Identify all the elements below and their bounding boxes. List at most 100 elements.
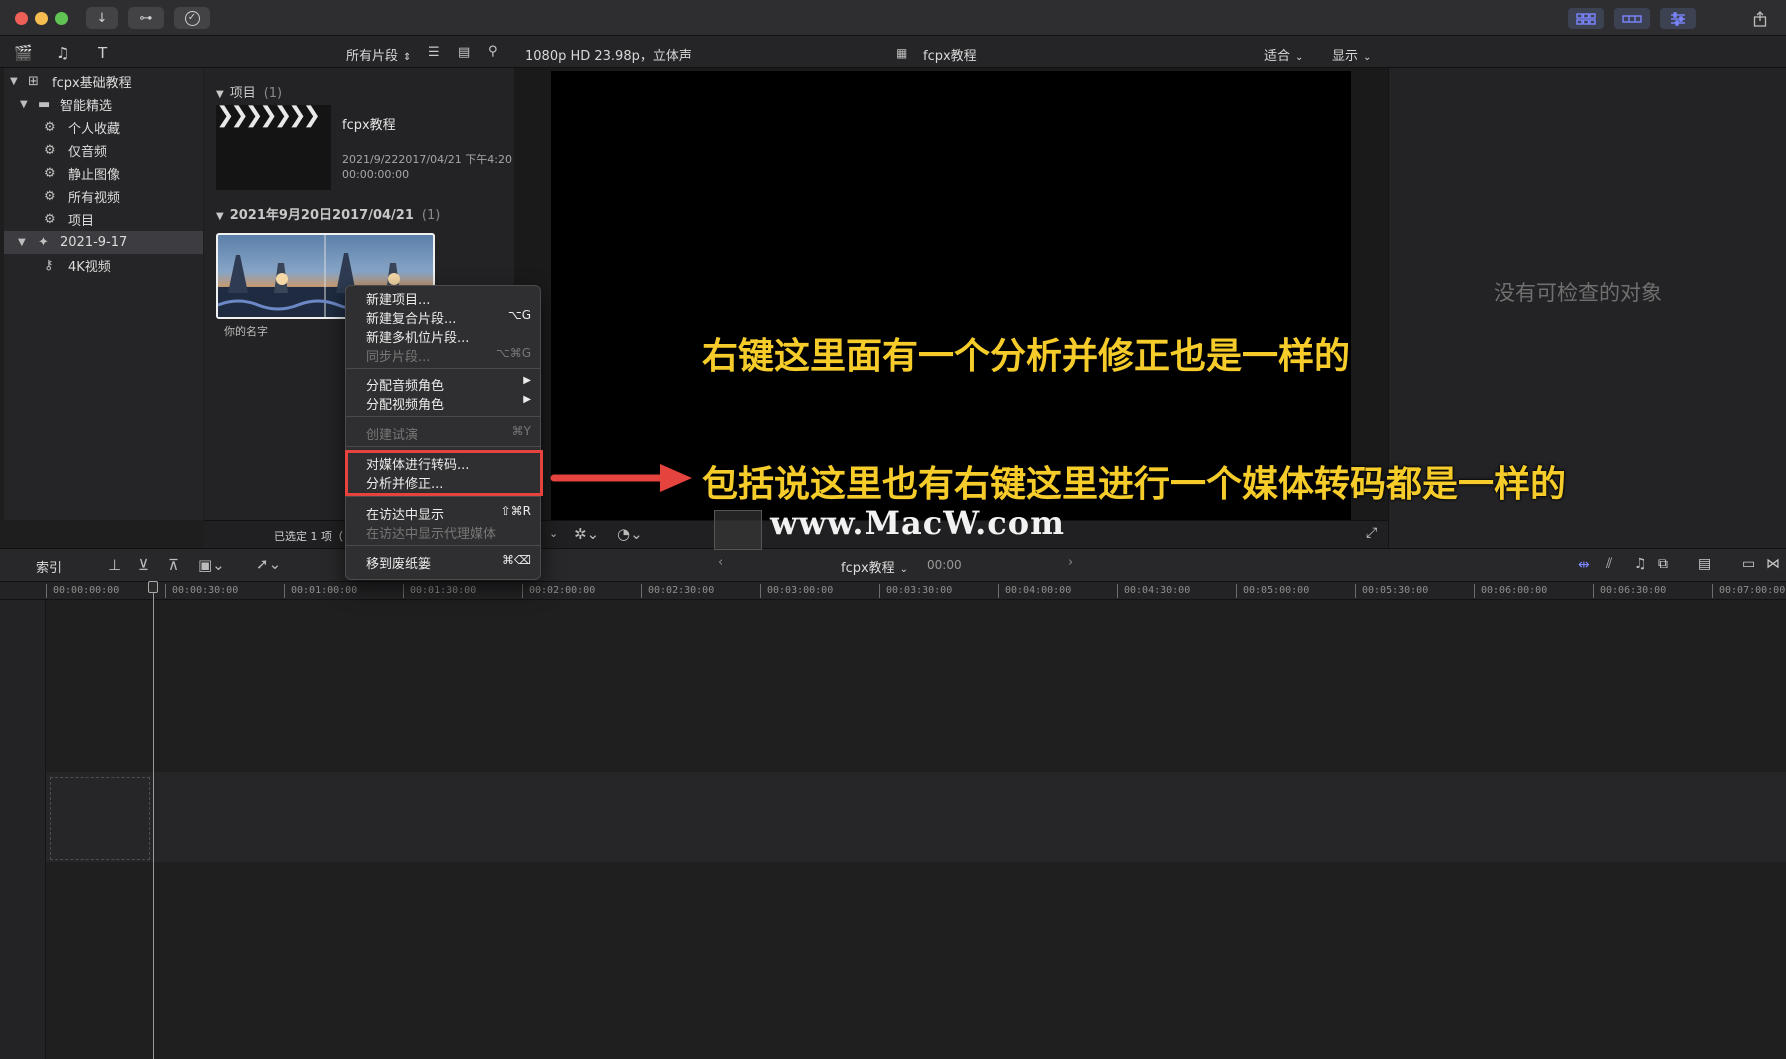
ruler-tick: 00:02:00:00 <box>522 584 595 598</box>
menu-separator <box>346 446 540 447</box>
chevron-down-icon[interactable]: ⌄ <box>549 527 558 540</box>
headphones-icon[interactable]: ♫ <box>1634 556 1647 572</box>
download-icon: ↓ <box>96 10 108 26</box>
menu-item-synchronize-clips: 同步片段... ⌥⌘G <box>366 346 531 365</box>
snapping-icon[interactable]: ⧉ <box>1658 556 1668 572</box>
ruler-tick: 00:00:00:00 <box>46 584 119 598</box>
show-browser-button[interactable] <box>1568 8 1604 29</box>
import-button[interactable]: ↓ <box>86 7 118 29</box>
viewer-project-name: fcpx教程 <box>923 49 977 64</box>
overwrite-clip-icon[interactable]: ▣⌄ <box>198 556 225 574</box>
playhead[interactable] <box>148 581 158 1059</box>
menu-item-move-to-trash[interactable]: 移到废纸篓 ⌘⌫ <box>346 552 540 572</box>
menu-item-create-audition: 创建试演 ⌘Y <box>366 424 531 443</box>
clip-appearance-icon[interactable]: ☰ <box>428 45 440 60</box>
timeline-ruler[interactable]: 00:00:00:00 00:00:30:00 00:01:00:00 00:0… <box>0 582 1786 600</box>
browser-toolbar: 🎬 ♫ T 所有片段 ⇕ ☰ ▤ ⚲ 1080p HD 23.98p，立体声 ▦ … <box>0 36 1786 68</box>
share-button[interactable] <box>1744 8 1776 29</box>
updown-icon: ⇕ <box>403 52 412 63</box>
chevron-down-icon: ⌄ <box>899 564 909 575</box>
append-clip-icon[interactable]: ⊼ <box>168 556 179 574</box>
history-forward-icon[interactable]: › <box>1068 555 1073 570</box>
background-tasks-button[interactable]: ✓ <box>174 7 210 29</box>
view-dropdown[interactable]: 显示 ⌄ <box>1332 45 1371 64</box>
chevron-down-icon: ⌄ <box>1363 52 1372 63</box>
menu-item-new-compound-clip[interactable]: 新建复合片段... ⌥G <box>346 307 540 327</box>
menu-item-new-multicam-clip[interactable]: 新建多机位片段... <box>346 326 540 346</box>
sidebar-item-all-video[interactable]: ⚙ 所有视频 <box>4 185 203 208</box>
event-section-header[interactable]: ▼ 2021年9月20日2017/04/21 (1) <box>216 204 440 223</box>
viewer <box>514 68 1388 520</box>
sidebar-event[interactable]: ▼ ✦ 2021-9-17 <box>4 231 203 254</box>
disclosure-triangle-icon[interactable]: ▼ <box>10 76 18 87</box>
folder-icon: ▬ <box>38 97 51 112</box>
search-icon[interactable]: ⚲ <box>488 44 498 59</box>
ruler-tick: 00:00:30:00 <box>165 584 238 598</box>
titles-generators-icon[interactable]: T <box>98 44 107 62</box>
timeline-index-toggle-icon[interactable]: ▭ <box>1742 556 1755 572</box>
retime-speed-icon[interactable]: ◔⌄ <box>617 525 643 543</box>
minimize-window-button[interactable] <box>35 12 48 25</box>
sidebar-item-favorites[interactable]: ⚙ 个人收藏 <box>4 116 203 139</box>
playhead-marker-icon <box>148 581 158 593</box>
gear-icon: ⚙ <box>44 212 56 227</box>
sidebar-item-projects[interactable]: ⚙ 项目 <box>4 208 203 231</box>
photos-audio-icon[interactable]: ♫ <box>56 44 69 62</box>
menu-item-reveal-in-finder[interactable]: 在访达中显示 ⇧⌘R <box>346 503 540 523</box>
ruler-tick: 00:04:00:00 <box>998 584 1071 598</box>
menu-item-reveal-proxy-in-finder: 在访达中显示代理媒体 <box>366 527 497 542</box>
sidebar-item-stills[interactable]: ⚙ 静止图像 <box>4 162 203 185</box>
disclosure-triangle-icon[interactable]: ▼ <box>18 237 26 248</box>
key-icon: ⚷ <box>44 258 54 273</box>
enhance-wand-icon[interactable]: ✲⌄ <box>574 525 599 543</box>
projects-section-header[interactable]: ▼ 项目 (1) <box>216 82 282 101</box>
select-tool-icon[interactable]: ➚⌄ <box>256 555 281 573</box>
empty-storyline-placeholder[interactable] <box>50 777 150 860</box>
libraries-icon[interactable]: 🎬 <box>14 44 33 62</box>
sidebar-keyword-collection[interactable]: ⚷ 4K视频 <box>4 254 203 277</box>
annotation-line-2: 包括说这里也有右键这里进行一个媒体转码都是一样的 <box>702 464 1567 505</box>
project-thumbnail[interactable]: ❯❯❯❯❯❯❯ <box>216 105 331 190</box>
close-window-button[interactable] <box>15 12 28 25</box>
zoom-window-button[interactable] <box>55 12 68 25</box>
gear-icon: ⚙ <box>44 189 56 204</box>
clip-appearance-icon[interactable]: ▤ <box>1698 556 1711 572</box>
chevron-down-icon: ⌄ <box>1295 52 1304 63</box>
timeline[interactable] <box>0 600 1786 1059</box>
connect-clip-icon[interactable]: ⊥ <box>108 556 121 574</box>
timeline-project-dropdown[interactable]: fcpx教程 ⌄ <box>841 557 908 576</box>
timeline-index-strip <box>0 600 46 1059</box>
menu-separator <box>346 496 540 497</box>
watermark: www.MacW.com <box>770 504 1065 542</box>
menu-item-new-project[interactable]: 新建项目... <box>346 288 540 308</box>
clip-filter-dropdown[interactable]: 所有片段 ⇕ <box>346 45 411 64</box>
menu-item-assign-audio-roles[interactable]: 分配音频角色 ▶ <box>346 374 540 394</box>
ruler-tick: 00:03:30:00 <box>879 584 952 598</box>
sidebar-library[interactable]: ▼ ⊞ fcpx基础教程 <box>4 70 203 93</box>
effects-browser-icon[interactable]: ⋈ <box>1766 556 1780 572</box>
audio-skimming-icon[interactable]: ⫽ <box>1606 556 1612 572</box>
viewer-canvas <box>551 71 1351 520</box>
title-bar: ↓ ⊶ ✓ <box>0 0 1786 36</box>
zoom-dropdown[interactable]: 适合 ⌄ <box>1264 45 1303 64</box>
menu-item-assign-video-roles[interactable]: 分配视频角色 ▶ <box>346 393 540 413</box>
history-back-icon[interactable]: ‹ <box>718 555 723 570</box>
project-duration: 00:00:00:00 <box>342 168 410 181</box>
ruler-tick: 00:02:30:00 <box>641 584 714 598</box>
sidebar-item-audio-only[interactable]: ⚙ 仅音频 <box>4 139 203 162</box>
sidebar-smart-collections[interactable]: ▼ ▬ 智能精选 <box>4 93 203 116</box>
filmstrip-icon[interactable]: ▤ <box>458 45 470 60</box>
keywords-button[interactable]: ⊶ <box>128 7 164 29</box>
fullscreen-icon[interactable]: ⤢ <box>1366 525 1377 541</box>
project-date: 2021/9/222017/04/21 下午4:20 <box>342 153 513 166</box>
libraries-sidebar: ▼ ⊞ fcpx基础教程 ▼ ▬ 智能精选 ⚙ 个人收藏 ⚙ 仅音频 ⚙ 静止图… <box>4 68 203 520</box>
grid-icon <box>1576 12 1596 25</box>
show-inspector-button[interactable] <box>1660 8 1696 29</box>
primary-storyline[interactable] <box>46 772 1786 862</box>
video-skimming-icon[interactable]: ⇹ <box>1578 557 1590 573</box>
disclosure-triangle-icon[interactable]: ▼ <box>20 99 28 110</box>
show-timeline-button[interactable] <box>1614 8 1650 29</box>
timeline-index-button[interactable]: 索引 <box>36 557 62 576</box>
menu-separator <box>346 545 540 546</box>
insert-clip-icon[interactable]: ⊻ <box>138 556 149 574</box>
